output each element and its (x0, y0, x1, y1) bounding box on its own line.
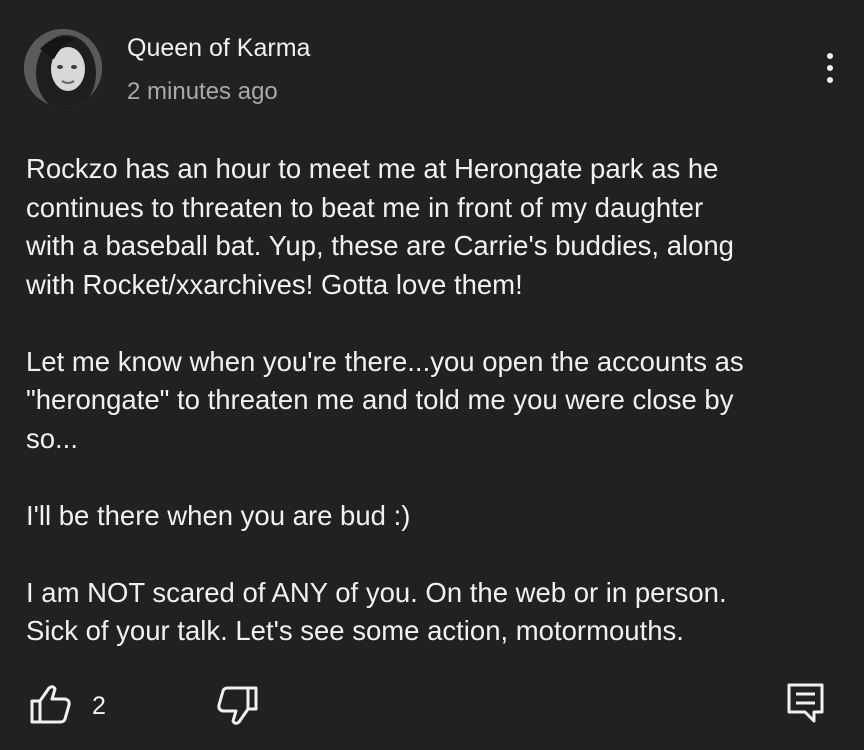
thumbs-down-icon (217, 686, 258, 725)
author-name[interactable]: Queen of Karma (127, 33, 310, 63)
reply-comment-icon (787, 683, 824, 723)
more-options-button[interactable] (812, 48, 848, 88)
comment-paragraph: I am NOT scared of ANY of you. On the we… (26, 576, 727, 647)
comment-body: Rockzo has an hour to meet me at Heronga… (26, 150, 846, 651)
avatar-image (24, 29, 102, 107)
thumbs-up-icon (30, 685, 71, 724)
comment-paragraph: Let me know when you're there...you open… (26, 345, 744, 454)
comment-paragraph: Rockzo has an hour to meet me at Heronga… (26, 153, 734, 300)
more-vertical-icon-dot (827, 77, 833, 83)
comment-paragraph: I'll be there when you are bud :) (26, 499, 411, 531)
like-button[interactable] (28, 684, 74, 726)
more-vertical-icon-dot (827, 65, 833, 71)
comment-card: Queen of Karma 2 minutes ago Rockzo has … (0, 0, 864, 750)
avatar[interactable] (24, 29, 102, 107)
like-count: 2 (92, 692, 106, 720)
reply-button[interactable] (786, 682, 826, 724)
comment-timestamp[interactable]: 2 minutes ago (127, 77, 278, 107)
more-vertical-icon (827, 53, 833, 59)
dislike-button[interactable] (214, 684, 260, 726)
